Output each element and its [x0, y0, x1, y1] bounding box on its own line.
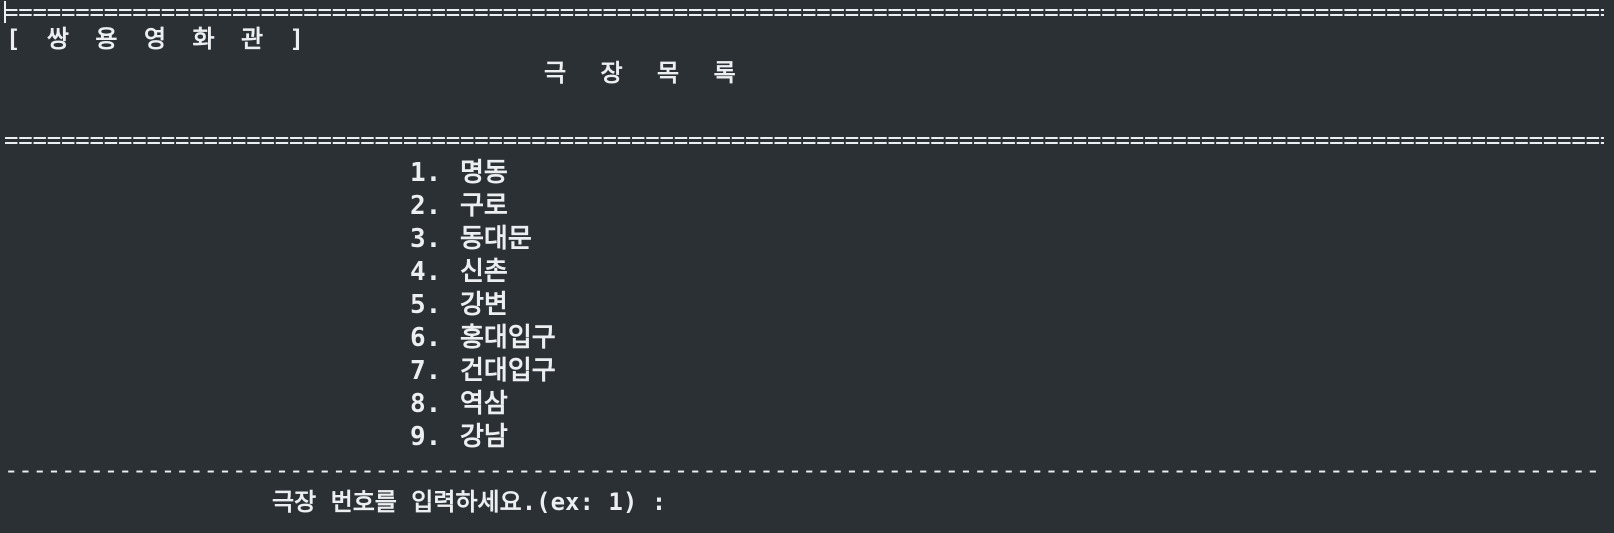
theater-item-number: 9. [410, 422, 442, 452]
theater-item-8[interactable]: 8. 역삼 [410, 388, 556, 421]
theater-number-input[interactable] [712, 490, 1016, 520]
theater-item-label: 구로 [460, 191, 508, 221]
theater-item-7[interactable]: 7. 건대입구 [410, 355, 556, 388]
theater-item-number: 4. [410, 257, 442, 287]
theater-item-9[interactable]: 9. 강남 [410, 421, 556, 454]
theater-item-label: 강남 [460, 422, 508, 452]
terminal-window[interactable]: ========================================… [0, 0, 1614, 533]
theater-item-6[interactable]: 6. 홍대입구 [410, 322, 556, 355]
theater-item-4[interactable]: 4. 신촌 [410, 256, 556, 289]
theater-item-number: 2. [410, 191, 442, 221]
top-separator-rule: ========================================… [4, 0, 1604, 24]
theater-item-label: 홍대입구 [460, 323, 556, 353]
theater-item-number: 5. [410, 290, 442, 320]
page-title: 극 장 목 록 [544, 59, 746, 87]
theater-item-label: 강변 [460, 290, 508, 320]
theater-item-label: 명동 [460, 158, 508, 188]
theater-item-number: 6. [410, 323, 442, 353]
theater-item-number: 8. [410, 389, 442, 419]
theater-item-label: 신촌 [460, 257, 508, 287]
theater-item-number: 3. [410, 224, 442, 254]
footer-dash-rule: ----------------------------------------… [4, 458, 1604, 482]
theater-item-1[interactable]: 1. 명동 [410, 157, 556, 190]
theater-list: 1. 명동 2. 구로 3. 동대문 4. 신촌 5. 강변 6. 홍대입구 7. 건대입구 … [410, 157, 556, 454]
theater-item-label: 동대문 [460, 224, 532, 254]
theater-item-label: 건대입구 [460, 356, 556, 386]
theater-item-5[interactable]: 5. 강변 [410, 289, 556, 322]
theater-item-3[interactable]: 3. 동대문 [410, 223, 556, 256]
theater-item-label: 역삼 [460, 389, 508, 419]
input-prompt: 극장 번호를 입력하세요.(ex: 1) : [272, 488, 667, 516]
theater-item-number: 1. [410, 158, 442, 188]
theater-item-number: 7. [410, 356, 442, 386]
mid-separator-rule: ========================================… [4, 128, 1604, 152]
brand-header: [ 쌍 용 영 화 관 ] [6, 25, 310, 53]
theater-item-2[interactable]: 2. 구로 [410, 190, 556, 223]
